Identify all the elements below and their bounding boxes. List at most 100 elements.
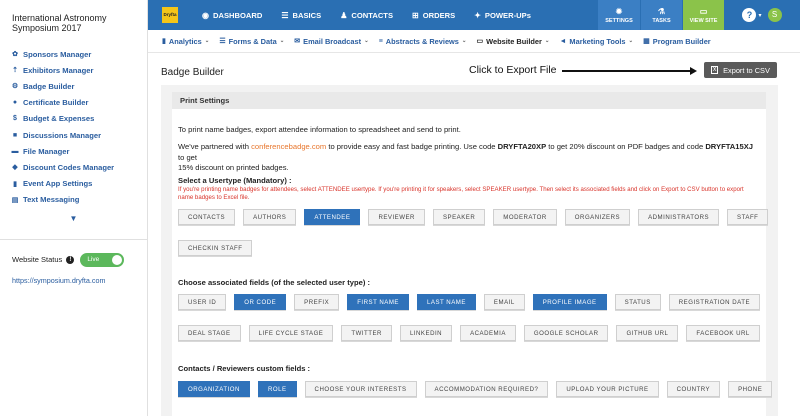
sidebar-item-text-messaging[interactable]: ▤ Text Messaging: [10, 192, 147, 208]
usertype-chip-moderator[interactable]: MODERATOR: [493, 209, 557, 225]
view-site-button[interactable]: ▭ VIEW SITE: [682, 0, 724, 30]
sidebar-item-file-manager[interactable]: ▬ File Manager: [10, 143, 147, 159]
sidebar-item-exhibitors-manager[interactable]: ⇡ Exhibitors Manager: [10, 62, 147, 78]
custom-field-chip-row: ORGANIZATION ROLE CHOOSE YOUR INTERESTS ACC…: [178, 381, 780, 397]
subnav-analytics[interactable]: ▮ Analytics ⌄: [162, 37, 209, 46]
field-chip-email[interactable]: EMAIL: [483, 294, 525, 310]
subnav-email-broadcast[interactable]: ✉ Email Broadcast ⌄: [294, 37, 368, 46]
export-to-csv-button[interactable]: x Export to CSV: [704, 62, 777, 78]
user-avatar[interactable]: S: [767, 8, 782, 22]
custom-field-chip-choose-your-interests[interactable]: CHOOSE YOUR INTERESTS: [304, 381, 417, 397]
topnav-label: ORDERS: [422, 10, 456, 20]
view-site-label: VIEW SITE: [689, 17, 718, 24]
sidebar-item-event-app-settings[interactable]: ▮ Event App Settings: [10, 176, 147, 192]
user-area: ? ▾ S: [724, 0, 800, 30]
topnav-contacts[interactable]: ♟ CONTACTS: [340, 11, 393, 20]
usertype-chip-reviewer[interactable]: REVIEWER: [368, 209, 425, 225]
bullhorn-icon: ◄: [559, 37, 567, 45]
subnav-label: Program Builder: [652, 36, 711, 46]
chevron-down-icon: ⌄: [544, 38, 550, 44]
panel-heading: Print Settings: [172, 92, 766, 109]
sidebar-item-sponsors-manager[interactable]: ✿ Sponsors Manager: [10, 46, 147, 62]
field-chip-profile-image[interactable]: PROFILE IMAGE: [532, 294, 607, 310]
chevron-down-icon: ⌄: [628, 38, 634, 44]
sidebar-item-label: Sponsors Manager: [23, 49, 92, 59]
info-icon[interactable]: !: [66, 255, 75, 264]
custom-field-chip-country[interactable]: COUNTRY: [666, 381, 721, 397]
sidebar-item-discussions-manager[interactable]: ■ Discussions Manager: [10, 127, 147, 143]
usertype-chip-administrators[interactable]: ADMINISTRATORS: [638, 209, 720, 225]
topnav-orders[interactable]: ⊞ ORDERS: [412, 11, 455, 20]
usertype-chip-contacts[interactable]: CONTACTS: [178, 209, 236, 225]
custom-field-chip-upload-your-picture[interactable]: UPLOAD YOUR PICTURE: [556, 381, 659, 397]
tag-icon: ◆: [12, 164, 18, 172]
custom-field-chip-phone[interactable]: PHONE: [728, 381, 773, 397]
sidebar-item-badge-builder[interactable]: ⚙ Badge Builder: [10, 78, 147, 94]
topnav-dashboard[interactable]: ◉ DASHBOARD: [202, 11, 262, 20]
usertype-chip-attendee[interactable]: ATTENDEE: [304, 209, 361, 225]
custom-field-chip-accommodation-required[interactable]: ACCOMMODATION REQUIRED?: [424, 381, 549, 397]
field-chip-linkedin[interactable]: LINKEDIN: [399, 325, 453, 341]
sidebar-item-label: Discount Codes Manager: [23, 162, 115, 172]
usertype-chip-row-2: CHECKIN STAFF: [178, 240, 260, 256]
settings-icon: ✹: [615, 6, 623, 16]
partner-text-4: to get: [178, 152, 197, 162]
field-chip-deal-stage[interactable]: DEAL STAGE: [178, 325, 241, 341]
settings-button[interactable]: ✹ SETTINGS: [598, 0, 640, 30]
topnav-power-ups[interactable]: ✦ POWER-UPs: [474, 11, 531, 20]
subnav-label: Website Builder: [486, 36, 542, 46]
field-chip-prefix[interactable]: PREFIX: [294, 294, 340, 310]
tasks-icon: ⚗: [657, 6, 666, 16]
field-chip-or-code[interactable]: OR CODE: [234, 294, 287, 310]
field-chip-facebook-url[interactable]: FACEBOOK URL: [686, 325, 760, 341]
custom-field-chip-organization[interactable]: ORGANIZATION: [178, 381, 250, 397]
website-live-toggle[interactable]: Live: [80, 252, 125, 267]
sidebar-item-label: Discussions Manager: [23, 130, 102, 140]
topnav-label: BASICS: [292, 10, 322, 20]
dryfta-logo[interactable]: Dryfta: [162, 7, 178, 23]
certificate-icon: ●: [12, 99, 18, 107]
field-chip-github-url[interactable]: GITHUB URL: [616, 325, 679, 341]
usertype-chip-staff[interactable]: STAFF: [727, 209, 769, 225]
subnav-marketing-tools[interactable]: ◄ Marketing Tools ⌄: [559, 37, 633, 46]
bar-chart-icon: ▮: [162, 38, 166, 45]
website-url-link[interactable]: https://symposium.dryfta.com: [0, 267, 147, 285]
subnav-abstracts-reviews[interactable]: ≡ Abstracts & Reviews ⌄: [379, 37, 467, 46]
sidebar-item-certificate-builder[interactable]: ● Certificate Builder: [10, 95, 147, 111]
top-right-actions: ✹ SETTINGS ⚗ TASKS ▭ VIEW SITE ? ▾ S: [598, 0, 800, 30]
tasks-button[interactable]: ⚗ TASKS: [640, 0, 682, 30]
field-chip-google-scholar[interactable]: GOOGLE SCHOLAR: [523, 325, 609, 341]
sidebar-item-budget-expenses[interactable]: $ Budget & Expenses: [10, 111, 147, 127]
usertype-instructions: If you're printing name badges for atten…: [178, 186, 763, 202]
field-chip-academia[interactable]: ACADEMIA: [460, 325, 516, 341]
field-chip-twitter[interactable]: TWITTER: [341, 325, 392, 341]
usertype-chip-speaker[interactable]: SPEAKER: [432, 209, 486, 225]
topnav-basics[interactable]: ☰ BASICS: [281, 11, 321, 20]
website-status-label: Website Status: [12, 255, 63, 265]
field-chip-status[interactable]: STATUS: [614, 294, 661, 310]
help-dropdown-caret-icon[interactable]: ▾: [758, 12, 761, 19]
sidebar-item-label: File Manager: [23, 146, 70, 156]
usertype-chip-checkin-staff[interactable]: CHECKIN STAFF: [178, 240, 253, 256]
field-chip-registration-date[interactable]: REGISTRATION DATE: [668, 294, 761, 310]
usertype-chip-authors[interactable]: AUTHORS: [243, 209, 297, 225]
laptop-icon: ▭: [476, 38, 484, 45]
conferencebadge-link[interactable]: conferencebadge.com: [251, 142, 326, 151]
field-chip-user-id[interactable]: USER ID: [178, 294, 227, 310]
help-icon[interactable]: ?: [742, 8, 757, 22]
folder-icon: ▬: [11, 147, 19, 155]
field-chip-life-cycle-stage[interactable]: LIFE CYCLE STAGE: [248, 325, 334, 341]
field-chip-last-name[interactable]: LAST NAME: [416, 294, 476, 310]
topnav-label: DASHBOARD: [212, 10, 263, 20]
usertype-chip-organizers[interactable]: ORGANIZERS: [564, 209, 631, 225]
subnav-forms-data[interactable]: ☰ Forms & Data ⌄: [219, 37, 284, 46]
field-chip-first-name[interactable]: FIRST NAME: [347, 294, 409, 310]
subnav-program-builder[interactable]: ▦ Program Builder: [643, 37, 711, 46]
exhibitor-icon: ⇡: [12, 67, 18, 75]
subnav-website-builder[interactable]: ▭ Website Builder ⌄: [477, 37, 550, 46]
website-status-row: Website Status ! Live: [0, 240, 147, 267]
chevron-down-icon: ⌄: [279, 38, 285, 44]
custom-field-chip-role[interactable]: ROLE: [257, 381, 297, 397]
sidebar-item-discount-codes-manager[interactable]: ◆ Discount Codes Manager: [10, 159, 147, 175]
show-more-chevron-icon[interactable]: ▼: [0, 214, 147, 223]
